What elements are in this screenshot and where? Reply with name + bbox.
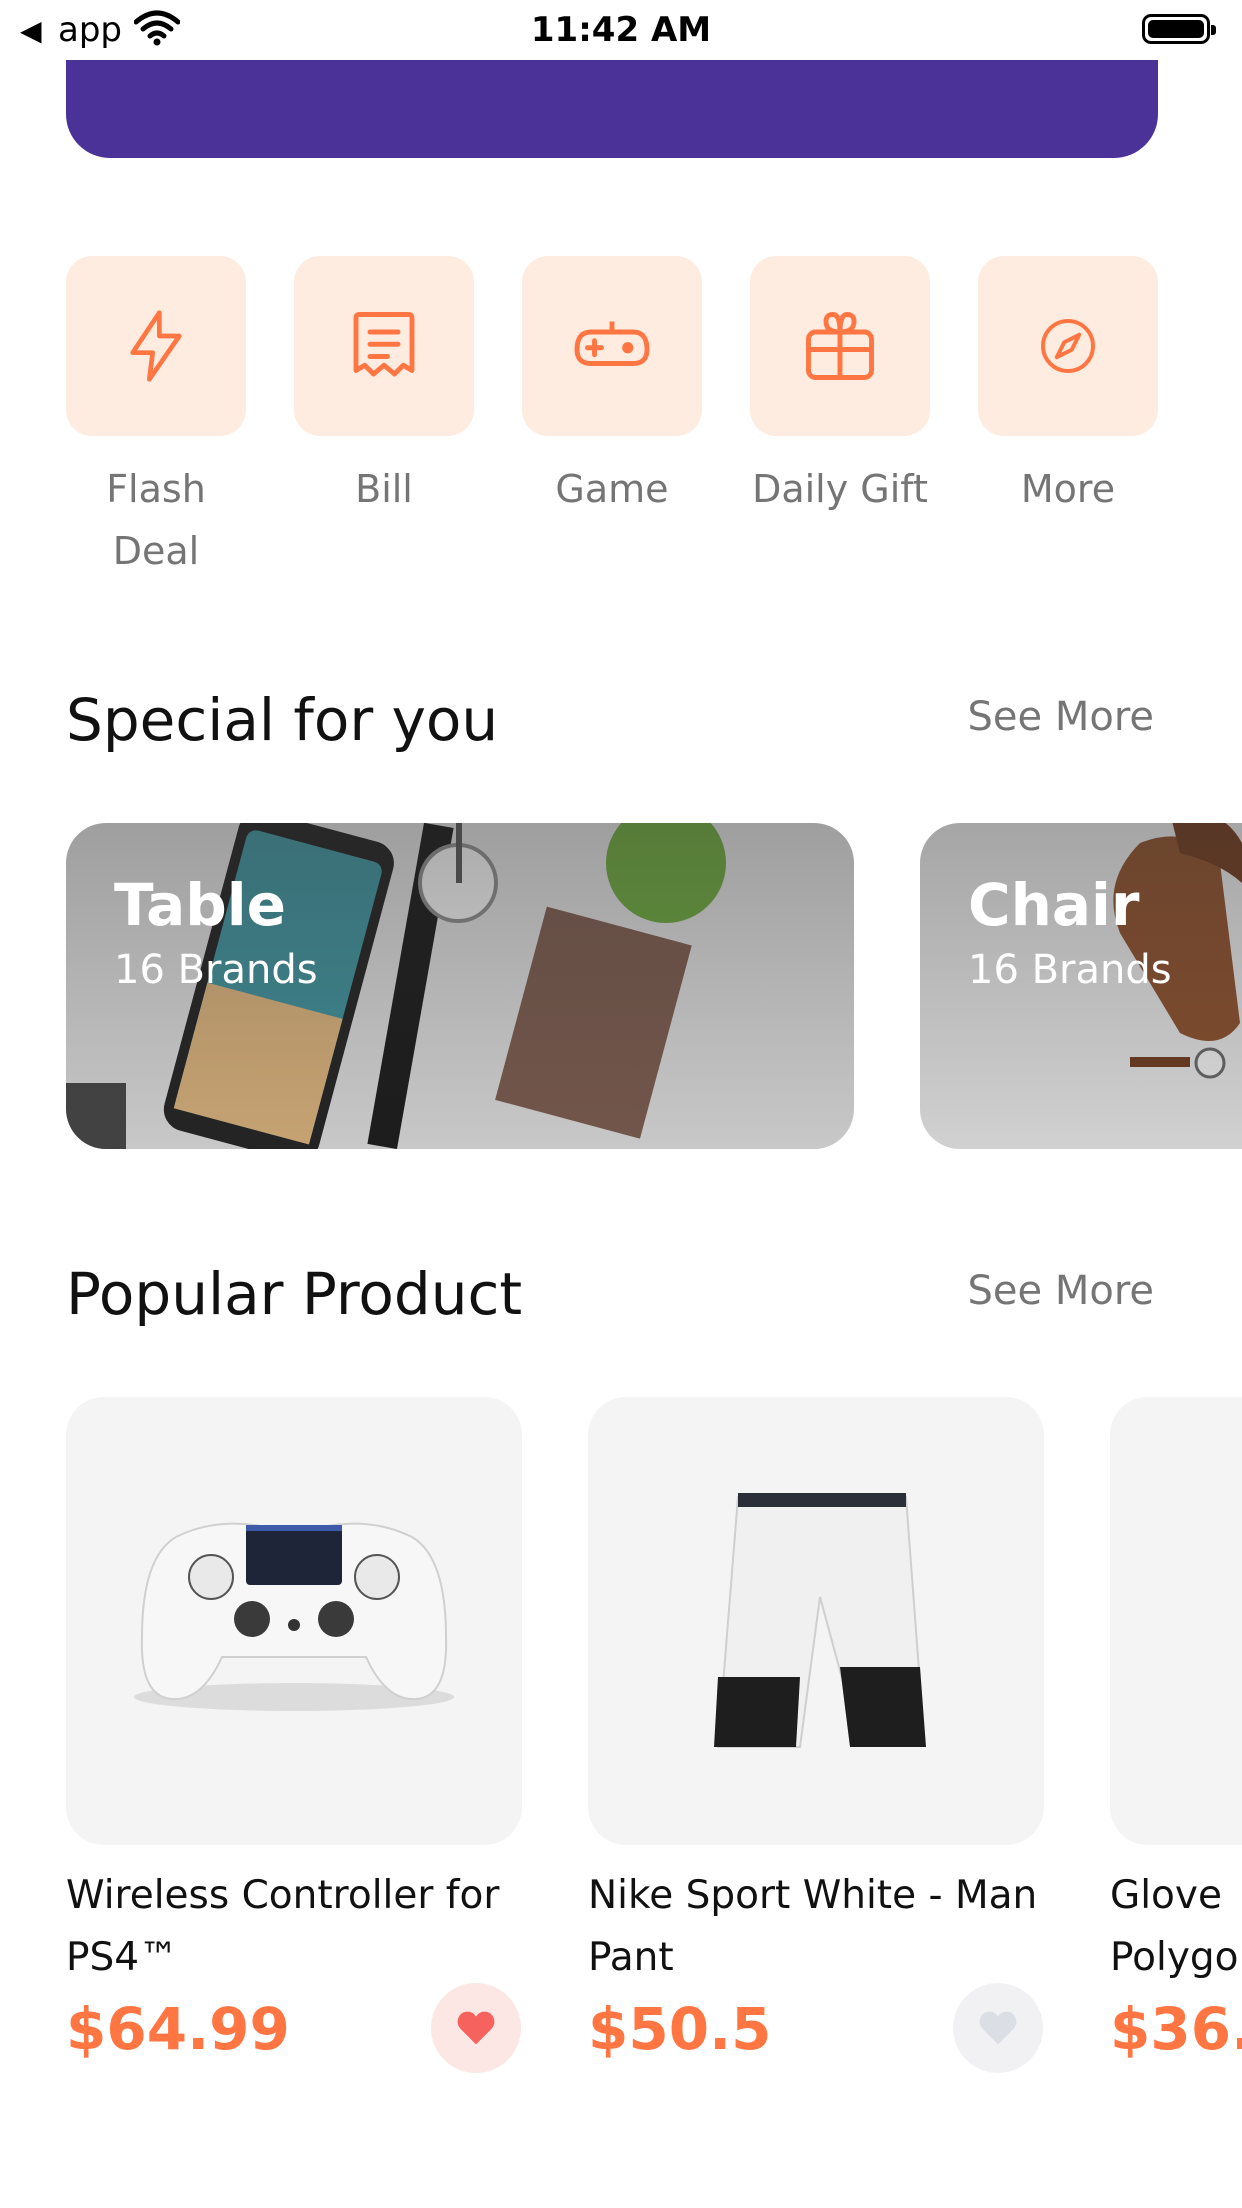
heart-icon: [979, 2011, 1017, 2045]
product-card[interactable]: Wireless Controller for PS4™ $64.99: [66, 1397, 522, 2073]
special-section-title: Special for you: [66, 686, 499, 754]
special-card-name: Chair: [968, 871, 1140, 939]
popular-see-more-link[interactable]: See More: [968, 1268, 1154, 1314]
product-price: $36.55: [1110, 1995, 1242, 2063]
special-card-name: Table: [114, 871, 286, 939]
bill-tile[interactable]: [294, 256, 474, 436]
category-flash-deal[interactable]: Flash Deal: [66, 256, 246, 582]
product-image[interactable]: [1110, 1397, 1242, 1845]
product-card[interactable]: Nike Sport White - Man Pant $50.5: [588, 1397, 1044, 2073]
popular-section-title: Popular Product: [66, 1260, 523, 1328]
gift-icon: [806, 312, 874, 380]
clock: 11:42 AM: [530, 10, 712, 50]
heart-icon: [457, 2011, 495, 2045]
favorite-button[interactable]: [953, 1983, 1043, 2073]
status-bar: ◀ app 11:42 AM: [0, 0, 1242, 60]
shorts-image: [714, 1493, 926, 1748]
product-title: Nike Sport White - Man Pant: [588, 1873, 1038, 1980]
special-card-table[interactable]: Table 16 Brands: [66, 823, 854, 1149]
category-bill[interactable]: Bill: [294, 256, 474, 520]
category-label: Game: [555, 467, 669, 511]
flash-tile[interactable]: [66, 256, 246, 436]
battery-icon: [1142, 14, 1216, 44]
special-see-more-link[interactable]: See More: [968, 694, 1154, 740]
flash-icon: [130, 310, 182, 382]
game-tile[interactable]: [522, 256, 702, 436]
category-daily-gift[interactable]: Daily Gift: [750, 256, 930, 520]
special-card-brands: 16 Brands: [968, 947, 1172, 993]
favorite-button[interactable]: [431, 1983, 521, 2073]
more-tile[interactable]: [978, 256, 1158, 436]
discover-icon: [1041, 319, 1095, 373]
special-card-brands: 16 Brands: [114, 947, 318, 993]
special-card-chair[interactable]: Chair 16 Brands: [920, 823, 1242, 1149]
gift-tile[interactable]: [750, 256, 930, 436]
category-label: Daily Gift: [752, 467, 928, 511]
bill-icon: [353, 312, 415, 377]
category-label: Flash Deal: [106, 467, 206, 573]
category-more[interactable]: More: [978, 256, 1158, 520]
product-title: Glove Polygon: [1110, 1873, 1242, 1980]
product-image[interactable]: [588, 1397, 1044, 1845]
controller-image: [134, 1522, 454, 1711]
category-label: Bill: [355, 467, 413, 511]
product-title: Wireless Controller for PS4™: [66, 1873, 500, 1980]
product-card[interactable]: Glove Polygon $36.55: [1110, 1397, 1242, 2063]
category-label: More: [1020, 467, 1116, 511]
game-icon: [574, 321, 650, 366]
product-image[interactable]: [66, 1397, 522, 1845]
category-game[interactable]: Game: [522, 256, 702, 520]
